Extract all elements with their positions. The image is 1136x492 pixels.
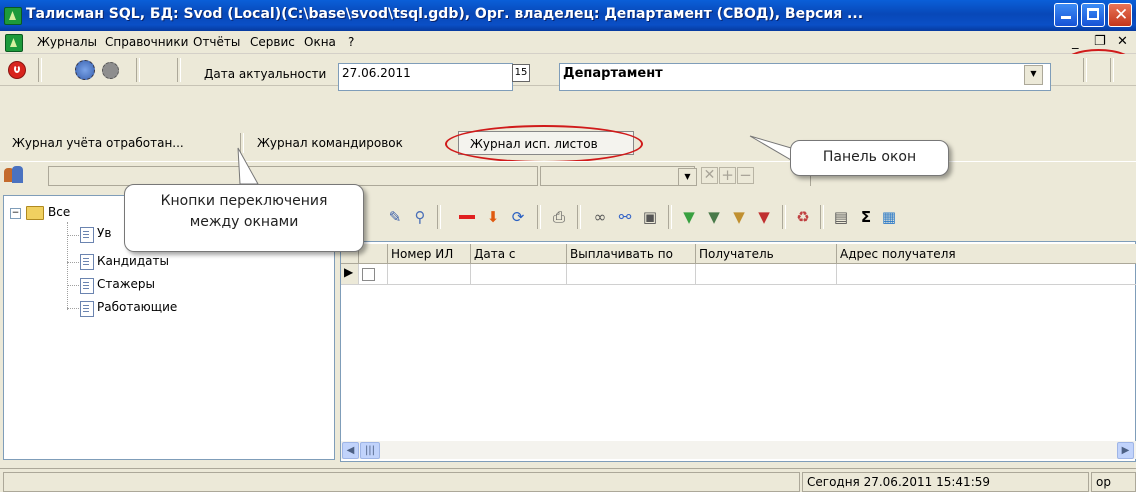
- toolbar-separator: [136, 58, 140, 82]
- sum-icon[interactable]: Σ: [857, 208, 875, 226]
- check-column-header: [359, 244, 388, 264]
- close-icon: ✕: [1114, 5, 1129, 25]
- app-icon: [4, 7, 22, 25]
- table-cell[interactable]: [471, 264, 567, 285]
- date-input[interactable]: 27.06.2011: [338, 63, 513, 91]
- document-icon: [80, 301, 94, 317]
- toolbar-separator: [177, 58, 181, 82]
- tree-item-candidates[interactable]: Кандидаты: [97, 254, 169, 268]
- menu-references[interactable]: Справочники: [105, 35, 188, 49]
- status-datetime: Сегодня 27.06.2011 15:41:59: [802, 472, 1089, 492]
- horizontal-scrollbar[interactable]: [341, 441, 1136, 459]
- toolbar-separator: [1110, 58, 1114, 82]
- menu-reports[interactable]: Отчёты: [193, 35, 240, 49]
- tree-item-interns[interactable]: Стажеры: [97, 277, 155, 291]
- close-button[interactable]: ✕: [1108, 3, 1132, 27]
- collapse-icon[interactable]: −: [10, 208, 21, 219]
- gear-disabled-icon[interactable]: [102, 62, 119, 79]
- column-header[interactable]: Дата с: [471, 244, 567, 264]
- grid-settings-icon[interactable]: ▦: [880, 208, 898, 226]
- table-cell[interactable]: [388, 264, 471, 285]
- document-icon: [80, 227, 94, 243]
- filter-add-icon[interactable]: ▼: [680, 208, 698, 226]
- annotation-ellipse-active-tab: [445, 125, 643, 163]
- users-icon[interactable]: [4, 166, 24, 184]
- column-header[interactable]: Адрес получателя: [837, 244, 1136, 264]
- date-label: Дата актуальности: [204, 67, 327, 81]
- tab-business-trips-journal[interactable]: Журнал командировок: [257, 136, 403, 150]
- calendar-icon[interactable]: 15: [512, 64, 530, 82]
- filter-icon[interactable]: ▼: [705, 208, 723, 226]
- scroll-right-button[interactable]: ▶: [1117, 442, 1134, 459]
- scroll-left-button[interactable]: ◀: [342, 442, 359, 459]
- minimize-button[interactable]: [1054, 3, 1078, 27]
- annotation-window-panel: Панель окон: [790, 140, 949, 176]
- menu-bar: Журналы Справочники Отчёты Сервис Окна ?…: [0, 31, 1136, 54]
- delete-record-icon[interactable]: [459, 208, 477, 226]
- power-icon[interactable]: [8, 61, 26, 79]
- chevron-down-icon[interactable]: ▼: [1024, 65, 1043, 85]
- export-icon[interactable]: ♻: [794, 208, 812, 226]
- refresh-icon[interactable]: ⟳: [509, 208, 527, 226]
- menu-windows[interactable]: Окна: [304, 35, 336, 49]
- status-extra: ор: [1091, 472, 1136, 492]
- row-checkbox[interactable]: [362, 268, 375, 281]
- filter-clear-icon[interactable]: ▼: [755, 208, 773, 226]
- column-header[interactable]: Выплачивать по: [567, 244, 696, 264]
- insert-record-icon[interactable]: ⬇: [484, 208, 502, 226]
- mdi-close-icon[interactable]: ✕: [1117, 34, 1128, 49]
- folder-icon: [26, 206, 44, 220]
- tree-item-dismissed[interactable]: Ув: [97, 226, 111, 240]
- replace-icon[interactable]: ▣: [641, 208, 659, 226]
- toolbar-separator: [38, 58, 42, 82]
- document-icon: [80, 278, 94, 294]
- maximize-button[interactable]: [1081, 3, 1105, 27]
- chevron-down-icon[interactable]: ▼: [678, 168, 697, 186]
- view-icon[interactable]: ∞: [591, 208, 609, 226]
- mdi-restore-icon[interactable]: ❐: [1094, 34, 1106, 49]
- department-select[interactable]: Департамент: [559, 63, 1051, 91]
- title-bar: Талисман SQL, БД: Svod (Local)(C:\base\s…: [0, 0, 1136, 31]
- tree-item-working[interactable]: Работающие: [97, 300, 177, 314]
- delete-icon[interactable]: ✕: [701, 167, 718, 184]
- column-header[interactable]: Получатель: [696, 244, 837, 264]
- row-checkbox-cell[interactable]: [359, 264, 388, 285]
- menu-journals[interactable]: Журналы: [37, 35, 97, 49]
- row-indicator[interactable]: ▶: [341, 264, 359, 285]
- copy-icon[interactable]: ▤: [832, 208, 850, 226]
- minimize-icon: [1061, 16, 1071, 19]
- table-cell[interactable]: [837, 264, 1136, 285]
- find-icon[interactable]: ⚯: [616, 208, 634, 226]
- table-cell[interactable]: [696, 264, 837, 285]
- annotation-text-line-2: между окнами: [189, 214, 299, 230]
- column-header[interactable]: Номер ИЛ: [388, 244, 471, 264]
- menu-help[interactable]: ?: [348, 35, 354, 49]
- window-title: Талисман SQL, БД: Svod (Local)(C:\base\s…: [26, 6, 864, 22]
- add-icon[interactable]: +: [719, 167, 736, 184]
- status-panel: [3, 472, 800, 492]
- toolbar-separator: [1083, 58, 1087, 82]
- edit-icon[interactable]: ✎: [386, 208, 404, 226]
- filter-combo[interactable]: [540, 166, 695, 186]
- scroll-thumb[interactable]: |||: [360, 442, 380, 459]
- document-icon[interactable]: [5, 34, 23, 52]
- search-icon[interactable]: ⚲: [411, 208, 429, 226]
- annotation-text-line-1: Кнопки переключения: [160, 193, 328, 209]
- annotation-switch-buttons: Кнопки переключения между окнами: [124, 184, 364, 252]
- menu-service[interactable]: Сервис: [250, 35, 295, 49]
- mdi-minimize-icon[interactable]: _: [1072, 35, 1079, 50]
- document-icon: [80, 254, 94, 270]
- maximize-icon: [1087, 8, 1099, 20]
- gear-icon[interactable]: [75, 60, 95, 80]
- table-cell[interactable]: [567, 264, 696, 285]
- print-icon[interactable]: ⎙: [550, 208, 568, 226]
- tree-root-all[interactable]: Все: [48, 205, 70, 219]
- filter-edit-icon[interactable]: ▼: [730, 208, 748, 226]
